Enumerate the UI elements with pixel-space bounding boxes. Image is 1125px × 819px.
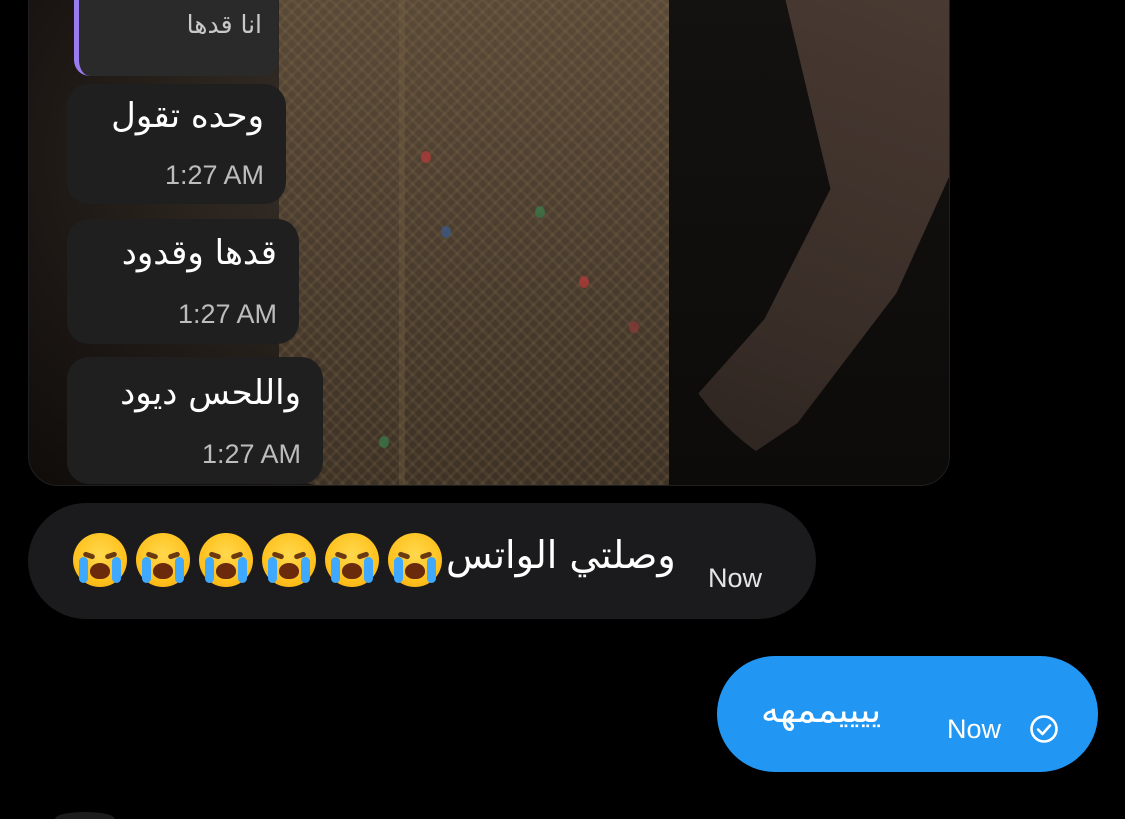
screenshot-message-time: 1:27 AM [177,299,277,329]
screenshot-message-time: 1:27 AM [201,439,301,469]
screenshot-message-text: قدها وقدود [121,233,277,273]
photo-detail [379,436,389,448]
screenshot-message-bubble: قدها وقدود 1:27 AM [67,219,299,344]
loudly-crying-face-icon [199,533,253,587]
emoji-row [73,533,442,587]
loudly-crying-face-icon [262,533,316,587]
screenshot-message-bubble: واللحس ديود 1:27 AM [67,357,323,484]
photo-detail [441,226,451,238]
sent-message-bubble[interactable]: ييييممهه Now [717,656,1098,772]
photo-detail [421,151,431,163]
screenshot-message-bubble: وحده تقول 1:27 AM [67,84,286,204]
check-circle-icon [1030,715,1058,743]
sent-message-time: Now [947,714,1002,744]
chat-screen: انا قدها وحده تقول 1:27 AM قدها وقدود 1:… [0,0,1125,819]
sent-message-text: ييييممهه [761,690,882,731]
received-message-bubble[interactable]: وصلتي الواتس Now [28,503,816,619]
loudly-crying-face-icon [388,533,442,587]
loudly-crying-face-icon [325,533,379,587]
photo-detail [629,321,639,333]
loudly-crying-face-icon [73,533,127,587]
photo-detail [399,0,405,485]
reply-preview: انا قدها [74,0,278,76]
photo-detail [579,276,589,288]
photo-detail [535,206,545,218]
reply-preview-text: انا قدها [186,10,262,39]
loudly-crying-face-icon [136,533,190,587]
screenshot-message-text: وحده تقول [111,96,264,136]
received-message-text: وصلتي الواتس [446,533,676,577]
screenshot-message-text: واللحس ديود [120,373,301,413]
screenshot-message-time: 1:27 AM [164,160,264,190]
next-message-edge [55,812,115,819]
received-message-time: Now [708,563,763,593]
